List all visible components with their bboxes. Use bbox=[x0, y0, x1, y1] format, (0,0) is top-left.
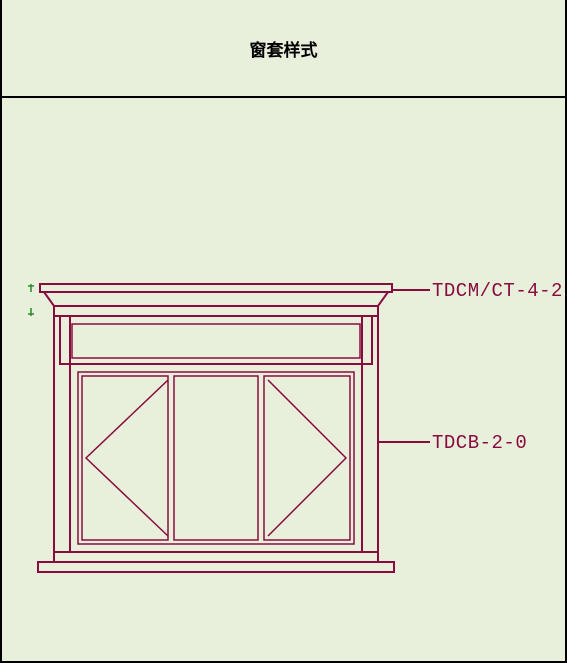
window-diagram: TDCM/CT-4-2 TDCB-2-0 bbox=[26, 280, 546, 590]
page-title: 窗套样式 bbox=[250, 36, 318, 61]
title-block: 窗套样式 bbox=[2, 0, 565, 98]
diagram-page: 窗套样式 bbox=[0, 0, 567, 663]
label-side-pilaster: TDCB-2-0 bbox=[432, 432, 527, 454]
label-top-cornice: TDCM/CT-4-2 bbox=[432, 280, 563, 302]
